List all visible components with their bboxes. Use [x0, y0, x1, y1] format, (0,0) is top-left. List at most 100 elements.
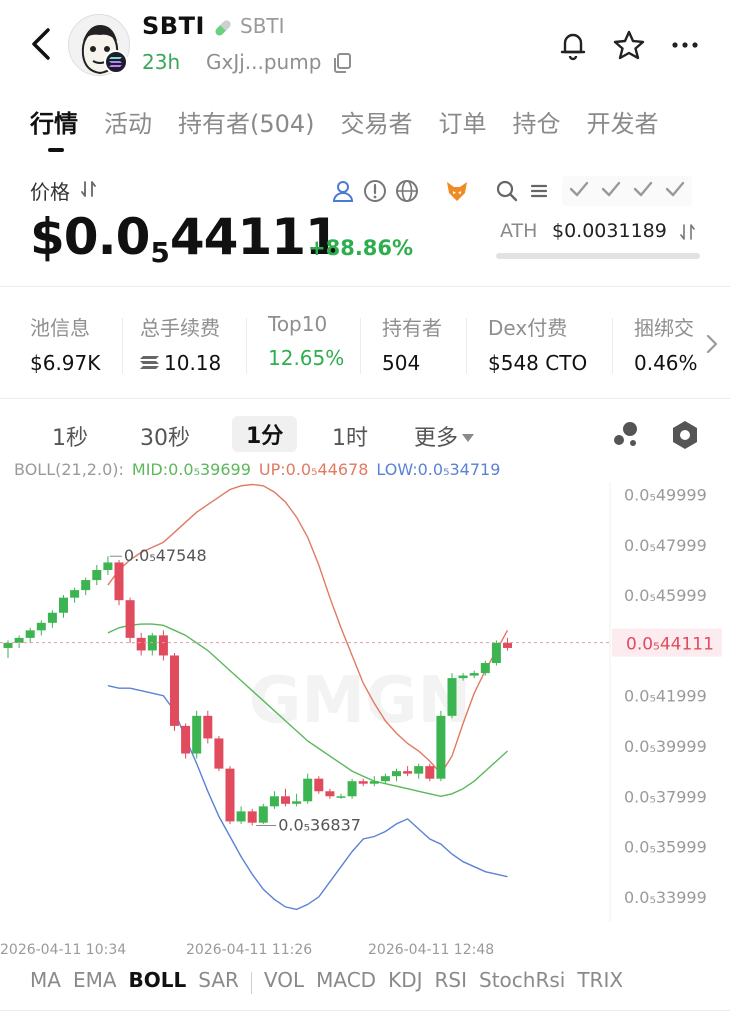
stat-value: $548 CTO: [488, 351, 588, 375]
indicator-sar[interactable]: SAR: [198, 968, 239, 1000]
list-icon[interactable]: [526, 178, 552, 204]
min-annotation: 0.0₅36837: [278, 816, 361, 835]
ath-value: $0.0031189: [552, 220, 667, 242]
search-icon[interactable]: [494, 178, 520, 204]
stat-value: 12.65%: [268, 346, 345, 370]
candle: [47, 612, 57, 623]
tab-orders[interactable]: 订单: [439, 104, 487, 156]
sort-icon[interactable]: [680, 223, 696, 241]
candle: [3, 642, 13, 648]
y-tick-label: 0.0₅35999: [624, 838, 707, 857]
stat-pool-info[interactable]: 池信息 $6.97K: [30, 312, 100, 375]
candle: [347, 781, 357, 797]
security-checks[interactable]: [562, 176, 692, 206]
current-price: $0.0544111: [30, 208, 340, 269]
token-age: 23h: [142, 50, 181, 74]
fox-icon[interactable]: [444, 178, 470, 204]
stat-holders[interactable]: 持有者 504: [382, 312, 442, 375]
y-tick-label: 0.0₅41999: [624, 687, 707, 706]
interval-1m[interactable]: 1分: [232, 416, 298, 452]
chevron-right-icon[interactable]: [702, 330, 722, 358]
interval-1h[interactable]: 1时: [332, 420, 368, 452]
y-tick-label: 0.0₅49999: [624, 486, 707, 505]
tab-positions[interactable]: 持仓: [513, 104, 561, 156]
stat-label: Dex付费: [488, 316, 568, 340]
candle: [491, 642, 501, 664]
candle: [25, 630, 35, 638]
tab-market[interactable]: 行情: [30, 104, 78, 156]
indicator-kdj[interactable]: KDJ: [388, 968, 422, 1000]
back-button[interactable]: [26, 26, 58, 62]
candle: [125, 600, 135, 638]
alert-icon[interactable]: [362, 178, 388, 204]
price-label: 价格: [30, 180, 70, 204]
divider: [612, 318, 613, 374]
settings-hex-icon[interactable]: [668, 418, 702, 452]
stats-row: 池信息 $6.97K 总手续费 10.18 Top10 12.65% 持有者 5…: [30, 312, 730, 382]
price-chart[interactable]: GMGN0.0₅499990.0₅479990.0₅459990.0₅43999…: [0, 482, 730, 962]
star-icon[interactable]: [612, 28, 646, 62]
candle: [392, 771, 401, 777]
ath-label: ATH: [500, 220, 538, 242]
bell-icon[interactable]: [556, 28, 590, 62]
interval-1s[interactable]: 1秒: [52, 420, 88, 452]
indicator-ema[interactable]: EMA: [73, 968, 117, 1000]
tab-developer[interactable]: 开发者: [587, 104, 659, 156]
price-prefix: $0.0: [30, 208, 150, 266]
candle: [425, 766, 435, 779]
y-tick-label: 0.0₅37999: [624, 787, 707, 806]
candle: [92, 570, 102, 581]
stat-label: 总手续费: [140, 316, 220, 340]
user-icon[interactable]: [330, 178, 356, 204]
stat-value: 10.18: [140, 351, 221, 375]
indicator-boll[interactable]: BOLL: [129, 968, 187, 1000]
boll-up: UP:0.0₅44678: [258, 460, 369, 479]
candle: [414, 766, 424, 774]
indicator-vol[interactable]: VOL: [264, 968, 304, 1000]
indicator-ma[interactable]: MA: [30, 968, 61, 1000]
candle: [380, 776, 390, 782]
tab-activity[interactable]: 活动: [104, 104, 152, 156]
globe-icon[interactable]: [394, 178, 420, 204]
interval-more[interactable]: 更多: [414, 420, 475, 452]
indicator-trix[interactable]: TRIX: [577, 968, 623, 1000]
divider: [466, 318, 467, 374]
candle: [480, 663, 490, 674]
candle: [181, 725, 191, 754]
indicator-macd[interactable]: MACD: [316, 968, 376, 1000]
stat-value: 504: [382, 351, 421, 375]
audit-link: [444, 178, 476, 204]
stat-label: 持有者: [382, 316, 442, 340]
stat-total-fees[interactable]: 总手续费 10.18: [140, 312, 221, 375]
social-links: [330, 178, 426, 204]
stat-dex-paid[interactable]: Dex付费 $548 CTO: [488, 312, 587, 375]
caret-down-icon: [462, 434, 475, 442]
interval-30s[interactable]: 30秒: [140, 420, 190, 452]
divider: [246, 318, 247, 374]
candle: [192, 715, 202, 754]
candle: [170, 655, 179, 726]
more-icon[interactable]: [668, 28, 702, 62]
sort-icon[interactable]: [80, 180, 98, 198]
solana-chain-badge: [104, 50, 128, 74]
token-address[interactable]: GxJj...pump: [206, 50, 321, 74]
bubbles-icon[interactable]: [608, 418, 642, 452]
divider: [0, 398, 730, 399]
indicator-stochrsi[interactable]: StochRsi: [479, 968, 565, 1000]
stat-top10[interactable]: Top10 12.65%: [268, 312, 344, 370]
boll-params: BOLL(21,2.0):: [14, 460, 124, 479]
tab-holders[interactable]: 持有者(504): [178, 104, 315, 156]
y-tick-label: 0.0₅33999: [624, 888, 707, 907]
candle: [103, 562, 113, 570]
stat-bundled[interactable]: 捆绑交 0.46%: [634, 312, 698, 375]
candle: [281, 796, 290, 804]
candle: [469, 673, 479, 676]
indicator-rsi[interactable]: RSI: [435, 968, 468, 1000]
copy-icon[interactable]: [332, 52, 352, 74]
y-tick-label: 0.0₅45999: [624, 586, 707, 605]
tab-traders[interactable]: 交易者: [341, 104, 413, 156]
candle: [325, 791, 335, 797]
candle: [203, 715, 213, 739]
interval-more-label: 更多: [414, 426, 459, 451]
candle: [436, 715, 446, 779]
